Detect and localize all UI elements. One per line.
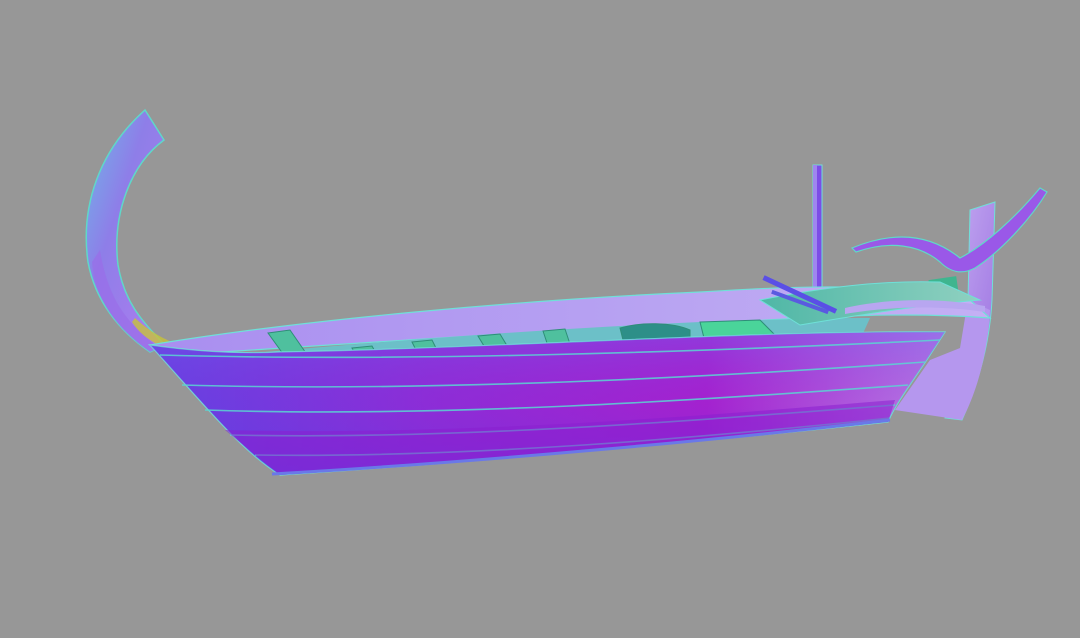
render-viewport — [0, 0, 1080, 638]
boat-render — [0, 0, 1080, 638]
